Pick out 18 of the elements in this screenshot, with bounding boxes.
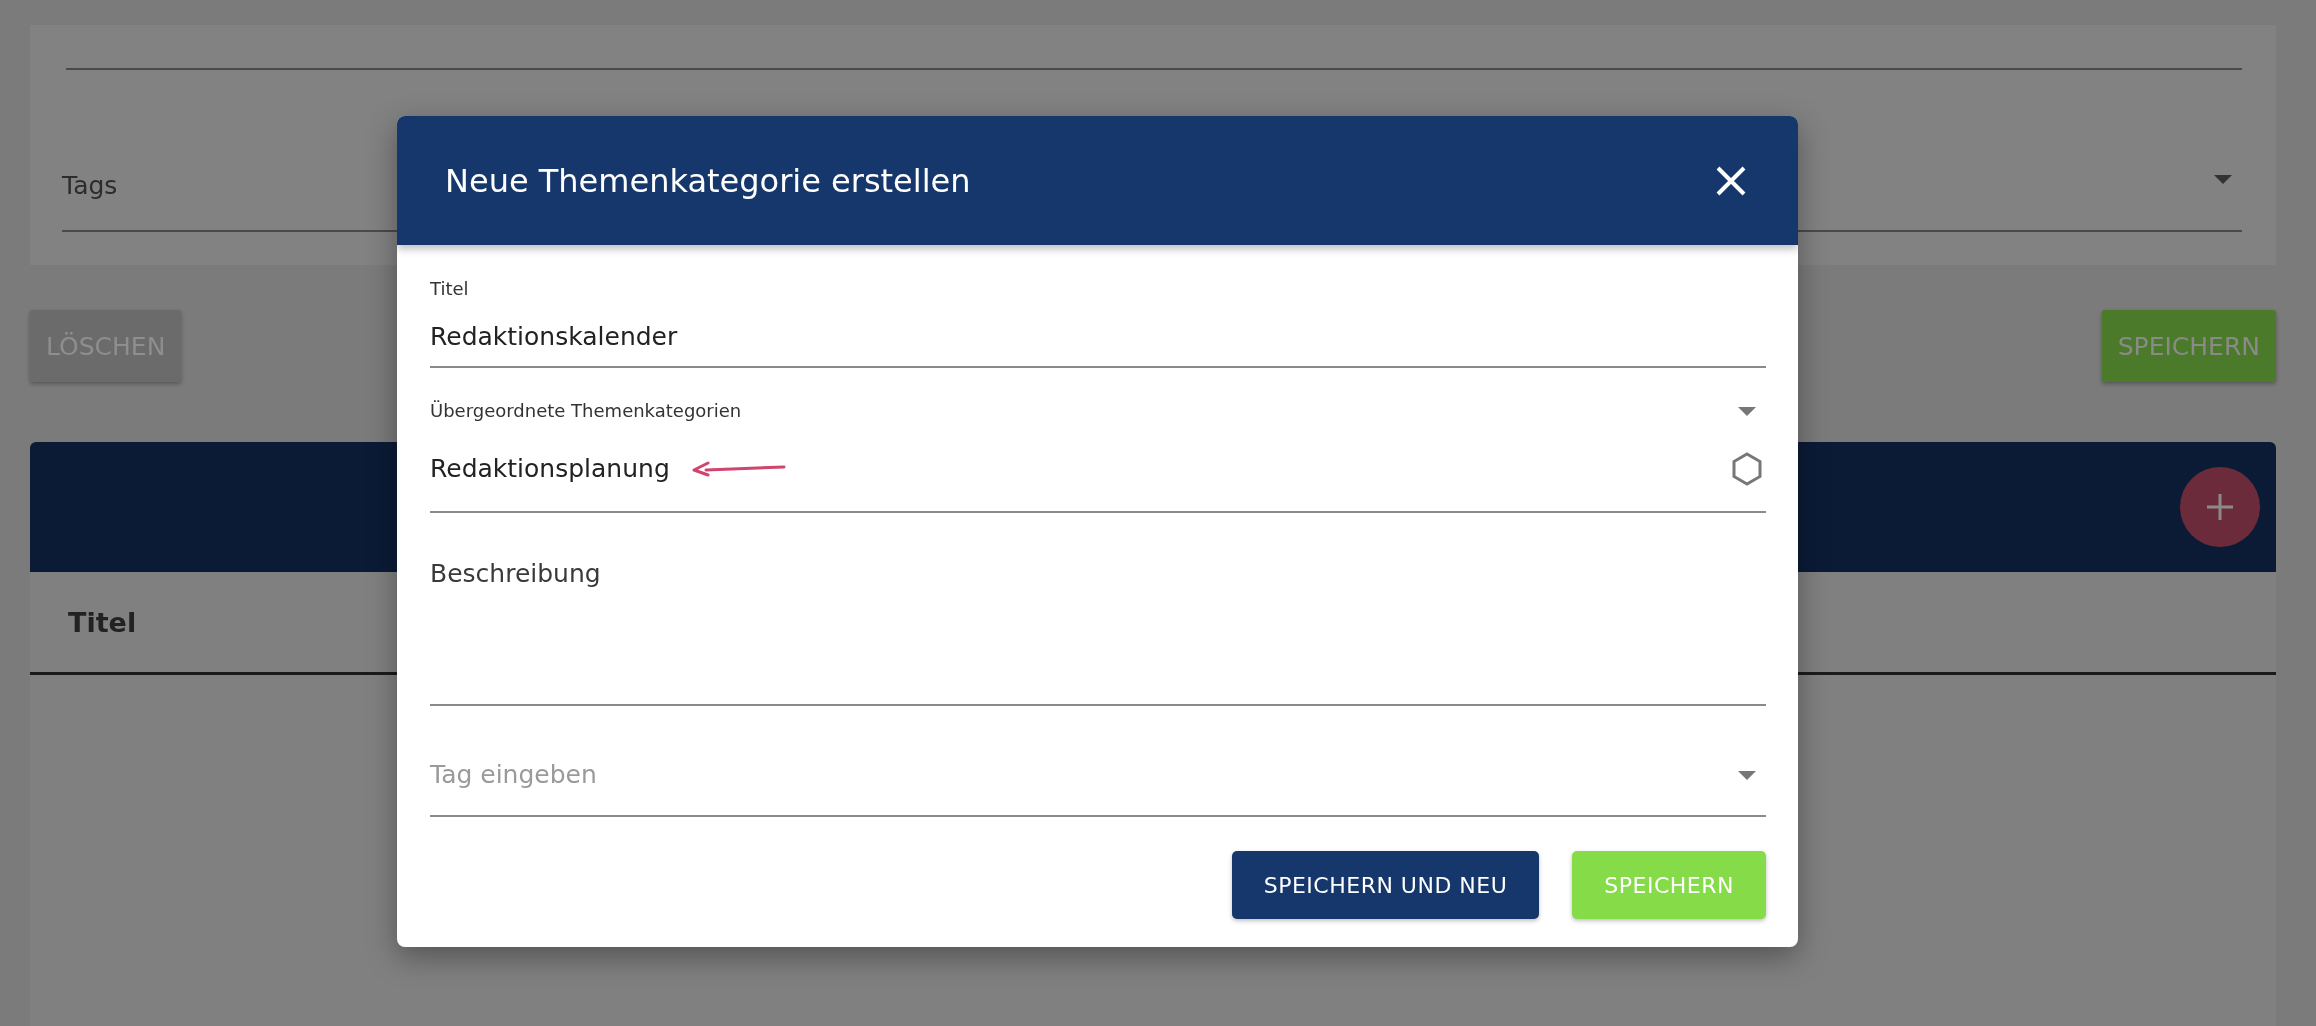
- field-placeholder: Tag eingeben: [430, 759, 597, 791]
- dropdown-caret-icon: [1738, 770, 1756, 780]
- title-field[interactable]: Titel Redaktionskalender: [430, 245, 1766, 368]
- dialog-title: Neue Themenkategorie erstellen: [445, 161, 971, 200]
- field-label: Übergeordnete Themenkategorien: [430, 399, 742, 423]
- hexagon-icon: [1732, 452, 1762, 486]
- save-and-new-button[interactable]: SPEICHERN UND NEU: [1231, 851, 1540, 919]
- plus-icon: [2205, 492, 2235, 522]
- description-field[interactable]: Beschreibung: [430, 513, 1766, 706]
- field-label: Beschreibung: [430, 558, 602, 590]
- dropdown-caret-icon: [2214, 175, 2232, 184]
- field-label: Tags: [62, 171, 118, 200]
- parent-category-select[interactable]: Übergeordnete Themenkategorien Redaktionsplanung: [430, 368, 1766, 513]
- dropdown-caret-icon: [1738, 406, 1756, 416]
- column-heading: Titel: [68, 606, 137, 638]
- field-value: Redaktionskalender: [430, 321, 679, 353]
- field-label: Titel: [430, 277, 470, 301]
- field-value: Redaktionsplanung: [430, 453, 670, 485]
